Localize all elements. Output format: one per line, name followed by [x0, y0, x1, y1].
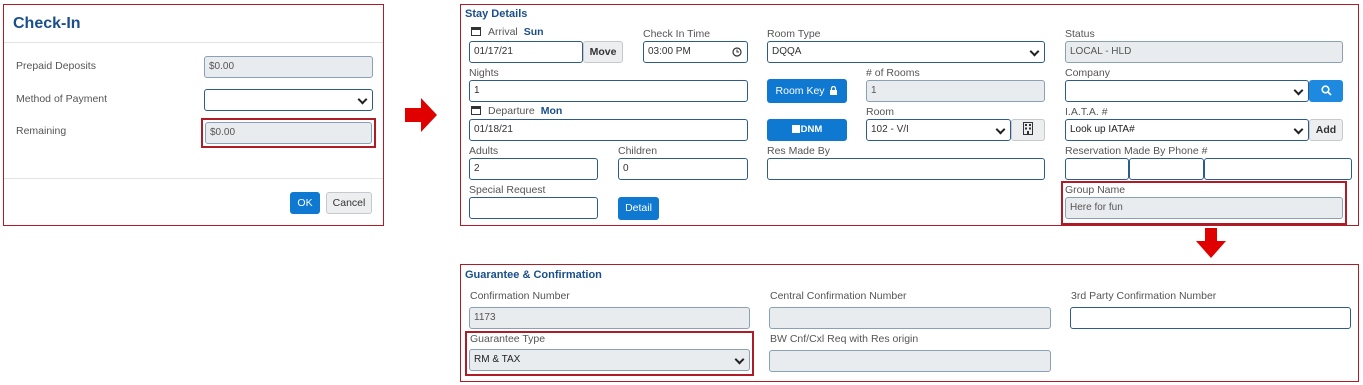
- res-phone-line-input[interactable]: [1204, 158, 1352, 180]
- arrival-label: Arrival Sun: [471, 26, 544, 38]
- group-name-label: Group Name: [1065, 184, 1126, 196]
- bw-confirmation-label: BW Cnf/Cxl Req with Res origin: [770, 333, 919, 345]
- children-label: Children: [618, 145, 658, 157]
- remaining-field: $0.00: [205, 122, 372, 144]
- checkin-title: Check-In: [13, 15, 81, 32]
- departure-label: Departure Mon: [471, 105, 562, 117]
- res-phone-prefix-input[interactable]: [1129, 158, 1204, 180]
- special-request-input[interactable]: [469, 197, 598, 219]
- res-phone-area-input[interactable]: [1065, 158, 1129, 180]
- iata-add-button[interactable]: Add: [1309, 119, 1343, 141]
- group-name-field: Here for fun: [1065, 197, 1343, 219]
- method-of-payment-label: Method of Payment: [16, 93, 108, 105]
- lock-icon: [830, 85, 838, 95]
- company-select[interactable]: [1065, 80, 1309, 102]
- adults-input[interactable]: 2: [469, 158, 598, 180]
- children-input[interactable]: 0: [618, 158, 748, 180]
- room-type-label: Room Type: [767, 28, 821, 40]
- rooms-count-label: # of Rooms: [866, 67, 920, 79]
- special-request-label: Special Request: [469, 184, 546, 196]
- departure-day: Mon: [540, 105, 563, 117]
- arrival-day: Sun: [523, 26, 544, 38]
- nights-input[interactable]: 1: [469, 80, 748, 102]
- detail-button[interactable]: Detail: [618, 197, 659, 220]
- confirmation-number-label: Confirmation Number: [470, 290, 570, 302]
- dnm-checkbox[interactable]: [791, 125, 800, 133]
- guarantee-type-select[interactable]: RM & TAX: [469, 349, 750, 371]
- company-search-button[interactable]: [1309, 80, 1343, 102]
- third-party-confirmation-input[interactable]: [1070, 307, 1351, 329]
- status-label: Status: [1065, 28, 1095, 40]
- checkin-dialog: Check-In Prepaid Deposits $0.00 Method o…: [3, 4, 384, 226]
- clock-icon: [732, 47, 742, 57]
- room-grid-button[interactable]: [1011, 119, 1045, 141]
- rooms-count-field: 1: [866, 80, 1045, 102]
- remaining-label: Remaining: [16, 125, 67, 137]
- arrow-down-icon: [1196, 228, 1226, 258]
- confirmation-number-field: 1173: [469, 307, 750, 329]
- iata-select[interactable]: Look up IATA#: [1065, 119, 1309, 141]
- room-type-select[interactable]: DQQA: [767, 41, 1045, 63]
- res-made-by-input[interactable]: [767, 158, 1045, 180]
- prepaid-deposits-field: $0.00: [204, 56, 373, 78]
- stay-details-title: Stay Details: [465, 8, 528, 20]
- calendar-icon: [471, 106, 481, 115]
- central-confirmation-label: Central Confirmation Number: [770, 290, 907, 302]
- third-party-confirmation-label: 3rd Party Confirmation Number: [1071, 290, 1217, 302]
- iata-label: I.A.T.A. #: [1065, 106, 1108, 118]
- calendar-icon: [471, 27, 481, 36]
- adults-label: Adults: [469, 145, 499, 157]
- cancel-button[interactable]: Cancel: [326, 192, 372, 214]
- building-icon: [1023, 122, 1033, 135]
- status-field: LOCAL - HLD: [1065, 41, 1343, 63]
- nights-label: Nights: [469, 67, 499, 79]
- central-confirmation-field: [769, 307, 1051, 329]
- guarantee-type-label: Guarantee Type: [470, 333, 546, 345]
- divider: [4, 42, 383, 43]
- res-made-by-label: Res Made By: [767, 145, 831, 157]
- room-select[interactable]: 102 - V/I: [866, 119, 1011, 141]
- divider: [4, 178, 383, 179]
- check-in-time-label: Check In Time: [643, 28, 711, 40]
- guarantee-title: Guarantee & Confirmation: [465, 269, 602, 281]
- room-label: Room: [866, 106, 895, 118]
- check-in-time-input[interactable]: 03:00 PM: [643, 41, 748, 63]
- room-key-button[interactable]: Room Key: [767, 79, 847, 103]
- arrow-right-icon: [405, 98, 437, 132]
- company-label: Company: [1065, 67, 1110, 79]
- method-of-payment-select[interactable]: [204, 89, 373, 111]
- arrival-date-input[interactable]: 01/17/21: [469, 41, 583, 63]
- guarantee-panel: Guarantee & Confirmation Confirmation Nu…: [460, 264, 1359, 382]
- dnm-button[interactable]: DNM: [767, 119, 847, 141]
- ok-button[interactable]: OK: [290, 192, 320, 214]
- move-button[interactable]: Move: [583, 41, 623, 63]
- res-phone-label: Reservation Made By Phone #: [1065, 145, 1208, 157]
- search-icon: [1320, 85, 1332, 96]
- stay-details-panel: Stay Details Arrival Sun 01/17/21 Move Ch…: [460, 4, 1359, 226]
- bw-confirmation-field: [769, 350, 1051, 372]
- departure-date-input[interactable]: 01/18/21: [469, 119, 748, 141]
- prepaid-deposits-label: Prepaid Deposits: [16, 60, 96, 72]
